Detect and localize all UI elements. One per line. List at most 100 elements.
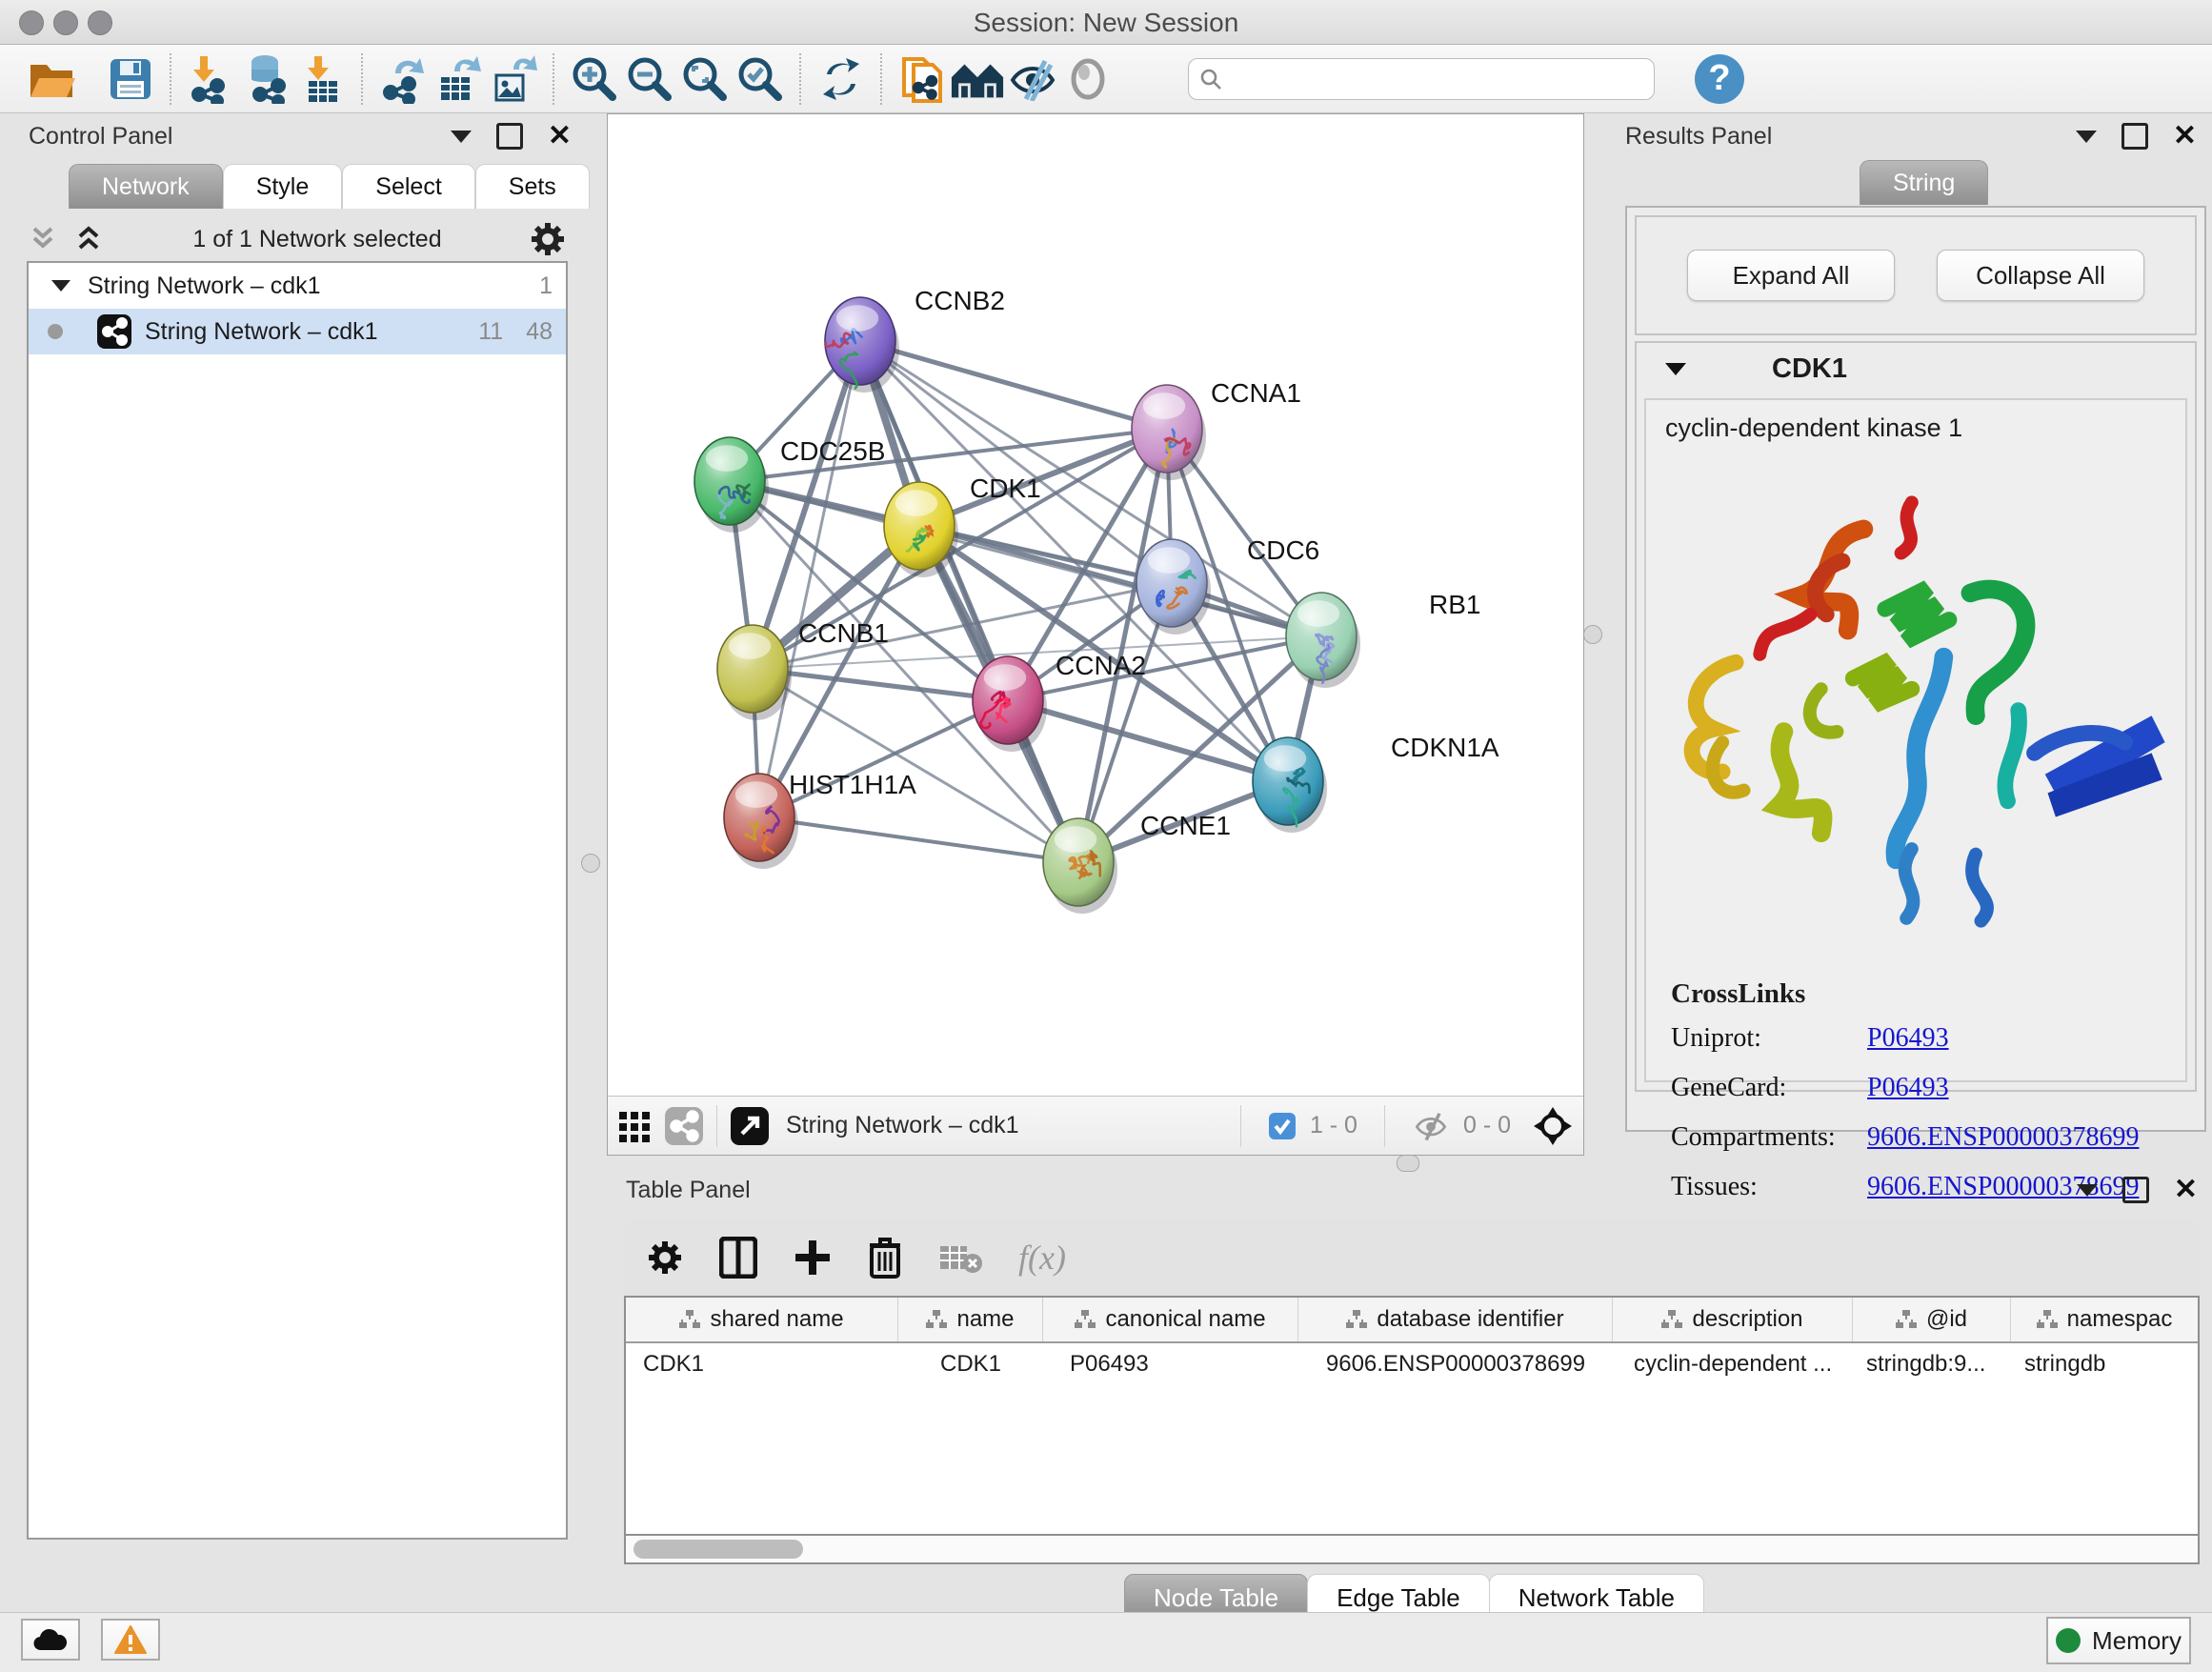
import-network-icon [187,54,236,104]
panel-float-icon[interactable] [496,123,523,150]
tab-sets[interactable]: Sets [475,164,590,209]
table-gear-icon[interactable] [647,1239,683,1276]
crosslink-link[interactable]: 9606.ENSP00000378699 [1867,1122,2139,1153]
network-graph[interactable]: CCNB2CCNA1CDC25BCDK1CDC6RB1CCNB1CCNA2CDK… [608,114,1583,1096]
apply-layout-button[interactable] [814,51,869,107]
panel-close-icon[interactable]: ✕ [2173,122,2197,151]
panel-menu-icon[interactable] [451,131,472,143]
birds-eye-navigator-icon[interactable] [1532,1105,1574,1147]
table-panel-header: Table Panel ✕ [626,1176,2198,1204]
new-network-from-selection-button[interactable] [895,51,950,107]
toolbar-search-field[interactable] [1188,58,1655,100]
panel-menu-icon[interactable] [2076,131,2097,143]
expand-all-button[interactable]: Expand All [1687,250,1895,301]
bottom-splitter-grip[interactable] [1397,1155,1419,1172]
help-button[interactable]: ? [1695,54,1744,104]
cell-canonical-name[interactable]: P06493 [1043,1351,1298,1378]
show-columns-icon[interactable] [719,1237,757,1279]
cell-shared-name[interactable]: CDK1 [626,1351,898,1378]
shared-column-icon [2037,1310,2058,1329]
panel-close-icon[interactable]: ✕ [2174,1176,2198,1204]
selected-checkbox-icon[interactable] [1268,1112,1297,1140]
hide-selected-button[interactable] [1005,51,1060,107]
column-header[interactable]: @id [1853,1298,2011,1341]
crosslink-link[interactable]: P06493 [1867,1073,1949,1103]
table-horizontal-scrollbar[interactable] [624,1536,2200,1564]
zoom-fit-button[interactable] [677,51,733,107]
zoom-out-button[interactable] [622,51,677,107]
left-splitter-grip[interactable] [581,854,600,873]
right-splitter-grip[interactable] [1583,625,1602,644]
cloud-status-button[interactable] [21,1619,80,1661]
import-table-icon [299,54,345,104]
panel-close-icon[interactable]: ✕ [548,122,572,151]
svg-text:RB1: RB1 [1429,590,1480,619]
memory-button[interactable]: Memory [2046,1617,2191,1664]
results-panel-header: Results Panel ✕ [1625,122,2197,151]
column-header[interactable]: namespac [2011,1298,2198,1341]
open-session-button[interactable] [25,51,80,107]
tab-select[interactable]: Select [342,164,474,209]
panel-menu-icon[interactable] [2077,1184,2098,1197]
network-row-selected[interactable]: String Network – cdk1 11 48 [29,309,566,354]
refresh-icon [817,55,865,103]
column-header[interactable]: canonical name [1043,1298,1298,1341]
column-header[interactable]: description [1613,1298,1853,1341]
expand-all-icon[interactable] [72,225,105,253]
control-panel-tabs: Network Style Select Sets [69,164,590,209]
gear-icon[interactable] [530,221,566,257]
shared-column-icon [926,1310,947,1329]
collapse-section-icon[interactable] [1665,363,1686,375]
selected-count: 1 - 0 [1310,1112,1357,1139]
hidden-eye-slash-icon[interactable] [1412,1111,1450,1141]
gene-section-header[interactable]: CDK1 [1637,343,2195,394]
svg-text:CCNE1: CCNE1 [1140,811,1231,840]
search-input[interactable] [1223,65,1644,93]
zoom-selected-button[interactable] [733,51,788,107]
import-network-from-file-button[interactable] [184,51,239,107]
column-header[interactable]: shared name [626,1298,898,1341]
export-network-button[interactable] [375,51,431,107]
tab-string[interactable]: String [1860,160,1988,205]
delete-column-icon[interactable] [868,1237,902,1279]
tab-network[interactable]: Network [69,164,223,209]
cell-namespace[interactable]: stringdb [2011,1351,2198,1378]
import-network-from-database-button[interactable] [239,51,294,107]
cell-name[interactable]: CDK1 [898,1351,1043,1378]
panel-float-icon[interactable] [2122,1177,2149,1203]
cell-database-identifier[interactable]: 9606.ENSP00000378699 [1298,1351,1613,1378]
export-table-button[interactable] [431,51,486,107]
scrollbar-thumb[interactable] [633,1540,803,1559]
panel-float-icon[interactable] [2122,123,2148,150]
collapse-all-icon[interactable] [27,225,59,253]
crosslink-link[interactable]: P06493 [1867,1023,1949,1054]
network-canvas[interactable]: CCNB2CCNA1CDC25BCDK1CDC6RB1CCNB1CCNA2CDK… [608,114,1583,1096]
tab-style[interactable]: Style [223,164,343,209]
cell-description[interactable]: cyclin-dependent ... [1613,1351,1853,1378]
delete-table-icon[interactable] [938,1240,982,1275]
network-selected-status: 1 of 1 Network selected [105,226,530,253]
export-image-button[interactable] [486,51,541,107]
detach-view-icon[interactable] [731,1107,769,1145]
gene-section: CDK1 cyclin-dependent kinase 1 [1635,341,2197,1092]
add-column-icon[interactable] [794,1239,832,1277]
save-session-button[interactable] [103,51,158,107]
network-collection-row[interactable]: String Network – cdk1 1 [29,263,566,309]
warning-status-button[interactable] [101,1619,160,1661]
column-header[interactable]: database identifier [1298,1298,1613,1341]
show-all-button[interactable] [1060,51,1116,107]
svg-text:CCNB2: CCNB2 [915,286,1005,315]
collapse-all-button[interactable]: Collapse All [1937,250,2144,301]
network-icon-gray[interactable] [665,1107,703,1145]
import-table-from-file-button[interactable] [294,51,350,107]
cell-id[interactable]: stringdb:9... [1853,1351,2011,1378]
column-label: canonical name [1105,1306,1265,1333]
first-neighbors-button[interactable] [950,51,1005,107]
table-row[interactable]: CDK1 CDK1 P06493 9606.ENSP00000378699 cy… [626,1343,2198,1385]
column-header[interactable]: name [898,1298,1043,1341]
zoom-in-button[interactable] [567,51,622,107]
tree-expand-icon[interactable] [51,280,70,292]
gene-symbol: CDK1 [1772,353,1847,385]
function-builder-button[interactable]: f(x) [1018,1238,1066,1278]
grid-view-icon[interactable] [617,1108,654,1144]
